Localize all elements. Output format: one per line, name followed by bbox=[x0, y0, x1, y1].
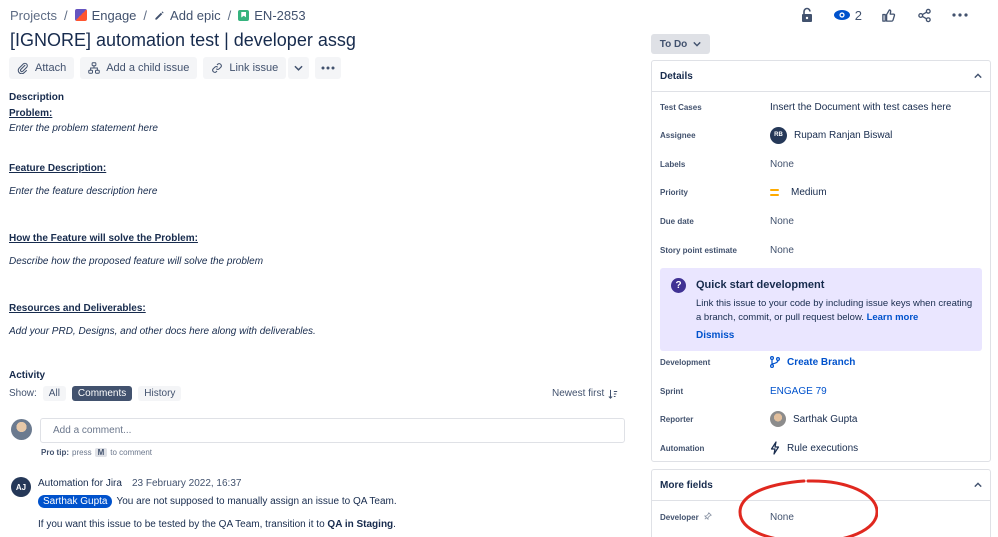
sprint-link[interactable]: ENGAGE 79 bbox=[770, 386, 827, 397]
breadcrumb-issue-key[interactable]: EN-2853 bbox=[238, 8, 306, 23]
more-icon[interactable] bbox=[950, 5, 970, 25]
test-cases-value[interactable]: Insert the Document with test cases here bbox=[770, 102, 951, 113]
chevron-up-icon bbox=[974, 73, 982, 79]
lightning-icon bbox=[770, 441, 780, 455]
description-heading: Description bbox=[9, 92, 65, 103]
field-assignee: Assignee RB Rupam Ranjan Biswal bbox=[660, 126, 892, 144]
more-icon bbox=[321, 66, 335, 70]
developer-label: Developer bbox=[660, 512, 770, 522]
field-priority: Priority Medium bbox=[660, 186, 827, 198]
link-issue-group: Link issue bbox=[203, 57, 310, 79]
developer-value[interactable]: None bbox=[770, 512, 794, 523]
comment-author[interactable]: Automation for Jira bbox=[38, 478, 122, 489]
comment-timestamp[interactable]: 23 February 2022, 16:37 bbox=[132, 478, 242, 489]
pro-tip: Pro tip: press M to comment bbox=[41, 448, 153, 457]
details-panel: Details Test Cases Insert the Document w… bbox=[651, 60, 991, 462]
field-development: Development Create Branch bbox=[660, 356, 856, 368]
lock-icon[interactable] bbox=[797, 5, 817, 25]
watch-button[interactable]: 2 bbox=[833, 8, 862, 23]
solution-section: How the Feature will solve the Problem: … bbox=[9, 233, 264, 267]
sort-icon bbox=[608, 389, 618, 399]
due-date-value[interactable]: None bbox=[770, 216, 794, 227]
story-icon bbox=[238, 9, 250, 21]
status-dropdown[interactable]: To Do bbox=[651, 34, 710, 54]
priority-medium-icon bbox=[770, 188, 784, 196]
rule-executions-link[interactable]: Rule executions bbox=[770, 441, 858, 455]
link-issue-dropdown[interactable] bbox=[288, 57, 310, 79]
problem-section: Problem: Enter the problem statement her… bbox=[9, 108, 158, 134]
quick-start-development: ? Quick start development Link this issu… bbox=[660, 268, 982, 351]
field-sprint: Sprint ENGAGE 79 bbox=[660, 385, 827, 397]
add-epic-button[interactable]: Add epic bbox=[154, 8, 221, 23]
pin-icon bbox=[703, 512, 712, 521]
comment-author-avatar: AJ bbox=[11, 477, 31, 497]
issue-title[interactable]: [IGNORE] automation test | developer ass… bbox=[10, 30, 356, 51]
attach-button[interactable]: Attach bbox=[9, 57, 75, 79]
story-points-value[interactable]: None bbox=[770, 245, 794, 256]
current-user-avatar bbox=[11, 419, 32, 440]
more-fields-header[interactable]: More fields bbox=[652, 470, 990, 501]
avatar: RB bbox=[770, 126, 787, 144]
chevron-down-icon bbox=[294, 65, 303, 71]
avatar bbox=[770, 411, 786, 427]
assignee-value[interactable]: RB Rupam Ranjan Biswal bbox=[770, 126, 892, 144]
chevron-down-icon bbox=[693, 41, 702, 47]
description[interactable]: Description Problem: Enter the problem s… bbox=[9, 92, 619, 337]
breadcrumb-project[interactable]: Engage bbox=[74, 8, 136, 23]
priority-value[interactable]: Medium bbox=[770, 187, 827, 198]
issue-actions: 2 bbox=[797, 5, 970, 25]
tab-all[interactable]: All bbox=[42, 386, 66, 401]
user-mention[interactable]: Sarthak Gupta bbox=[38, 495, 113, 508]
question-icon: ? bbox=[671, 278, 686, 293]
add-child-issue-button[interactable]: Add a child issue bbox=[80, 57, 198, 79]
branch-icon bbox=[770, 356, 780, 368]
paperclip-icon bbox=[17, 62, 28, 74]
tab-history[interactable]: History bbox=[138, 386, 182, 401]
create-branch-link[interactable]: Create Branch bbox=[770, 356, 855, 368]
quick-start-title: Quick start development bbox=[696, 279, 825, 291]
issue-toolbar: Attach Add a child issue Link issue bbox=[9, 57, 342, 79]
details-header[interactable]: Details bbox=[652, 61, 990, 92]
pencil-icon bbox=[155, 10, 164, 20]
activity-filter: Show: All Comments History bbox=[9, 386, 182, 401]
breadcrumb-projects[interactable]: Projects bbox=[10, 8, 57, 23]
field-developer: Developer None bbox=[660, 509, 794, 525]
field-story-points: Story point estimate None bbox=[660, 244, 794, 256]
project-icon bbox=[74, 9, 87, 21]
comment-body-line2: If you want this issue to be tested by t… bbox=[38, 519, 396, 530]
feature-description-section: Feature Description: Enter the feature d… bbox=[9, 163, 158, 197]
comment-body: Sarthak Gupta You are not supposed to ma… bbox=[38, 495, 397, 508]
learn-more-link[interactable]: Learn more bbox=[867, 312, 919, 323]
field-automation: Automation Rule executions bbox=[660, 441, 859, 455]
quick-start-body: Link this issue to your code by includin… bbox=[696, 298, 973, 323]
comment-header: Automation for Jira 23 February 2022, 16… bbox=[38, 478, 241, 489]
tab-comments[interactable]: Comments bbox=[71, 386, 133, 401]
eye-icon bbox=[833, 10, 850, 20]
field-test-cases: Test Cases Insert the Document with test… bbox=[660, 101, 952, 113]
field-due-date: Due date None bbox=[660, 215, 794, 227]
more-fields-panel: More fields Developer None bbox=[651, 469, 991, 537]
watcher-count: 2 bbox=[854, 7, 862, 23]
link-issue-button[interactable]: Link issue bbox=[203, 57, 287, 79]
link-icon bbox=[212, 63, 223, 73]
field-labels: Labels None bbox=[660, 158, 794, 170]
resources-section: Resources and Deliverables: Add your PRD… bbox=[9, 303, 316, 337]
breadcrumb: Projects / Engage / Add epic / EN-2853 bbox=[10, 7, 306, 23]
reporter-value[interactable]: Sarthak Gupta bbox=[770, 411, 857, 427]
like-icon[interactable] bbox=[878, 5, 898, 25]
activity-heading: Activity bbox=[9, 370, 46, 381]
sort-order-button[interactable]: Newest first bbox=[552, 388, 618, 399]
hierarchy-icon bbox=[88, 62, 100, 74]
chevron-up-icon bbox=[974, 482, 982, 488]
dismiss-button[interactable]: Dismiss bbox=[696, 330, 734, 341]
labels-value[interactable]: None bbox=[770, 159, 794, 170]
share-icon[interactable] bbox=[914, 5, 934, 25]
add-comment-input[interactable]: Add a comment... bbox=[40, 418, 625, 443]
field-reporter: Reporter Sarthak Gupta bbox=[660, 411, 857, 427]
more-actions-button[interactable] bbox=[315, 57, 342, 79]
keyboard-shortcut: M bbox=[94, 448, 108, 457]
